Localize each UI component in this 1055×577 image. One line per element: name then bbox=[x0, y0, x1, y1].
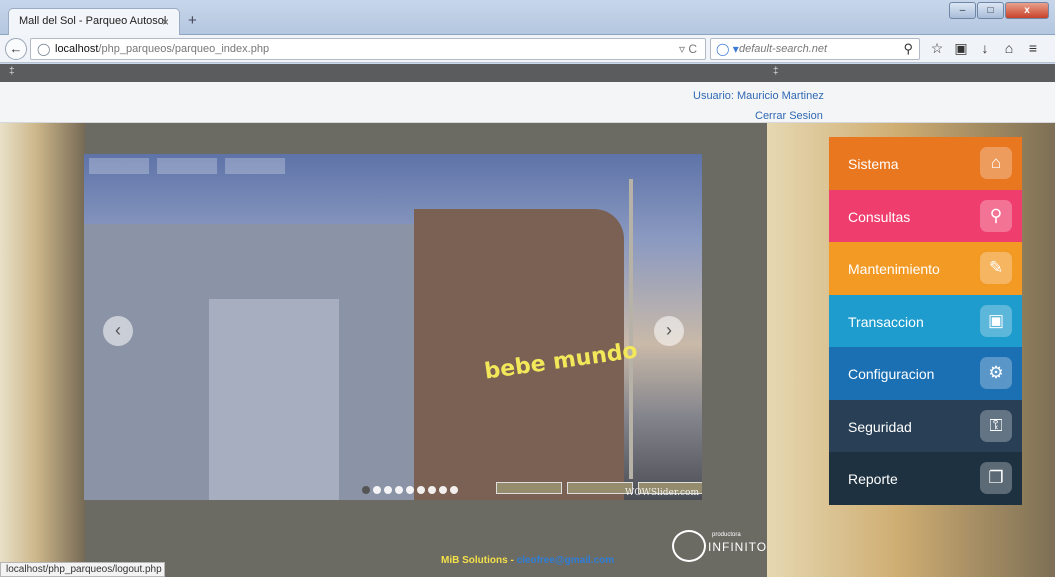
image-slider: bebe mundo ‹ › WOWSlider.com bbox=[84, 154, 702, 500]
window-titlebar: Mall del Sol - Parqueo Autosol × + – □ x bbox=[0, 0, 1055, 35]
close-window-button[interactable]: x bbox=[1005, 2, 1049, 19]
menu-item-label: Reporte bbox=[848, 471, 898, 487]
slider-bullet[interactable] bbox=[362, 486, 370, 494]
menu-item-label: Configuracion bbox=[848, 366, 935, 382]
copy-icon: ❐ bbox=[980, 462, 1012, 494]
infinity-icon bbox=[672, 530, 706, 562]
footer-company: MiB Solutions bbox=[441, 555, 508, 566]
shopping-bag-icon: ▣ bbox=[980, 304, 1012, 337]
slide-building-panel bbox=[209, 299, 339, 500]
tab-close-icon[interactable]: × bbox=[162, 15, 169, 29]
home-icon: ⌂ bbox=[980, 147, 1012, 179]
home-icon[interactable]: ⌂ bbox=[998, 40, 1020, 57]
window-controls: – □ x bbox=[948, 2, 1049, 19]
background-image-left bbox=[0, 123, 90, 577]
search-placeholder: default-search.net bbox=[739, 43, 828, 55]
user-bar: Usuario: Mauricio Martinez Cerrar Sesion bbox=[0, 82, 1055, 123]
maximize-button[interactable]: □ bbox=[977, 2, 1004, 19]
slider-next-arrow-icon[interactable]: › bbox=[654, 316, 684, 346]
menu-item-mantenimiento[interactable]: Mantenimiento ✎ bbox=[829, 242, 1022, 295]
tab-title: Mall del Sol - Parqueo Autosol bbox=[19, 15, 167, 27]
new-tab-button[interactable]: + bbox=[188, 12, 197, 29]
url-host: localhost bbox=[55, 43, 99, 55]
search-icon: ⚲ bbox=[980, 199, 1012, 232]
infinito-logo: productora INFINITO bbox=[672, 526, 767, 566]
menu-item-label: Consultas bbox=[848, 208, 911, 225]
menu-item-seguridad[interactable]: Seguridad ⚿ bbox=[829, 399, 1022, 452]
status-bar: localhost/php_parqueos/logout.php bbox=[0, 562, 165, 577]
logout-link[interactable]: Cerrar Sesion bbox=[755, 110, 823, 122]
search-bar[interactable]: ◯ ▾ default-search.net ⚲ bbox=[710, 38, 920, 60]
strip-mark-right: ‡ bbox=[773, 66, 779, 77]
slider-bullet[interactable] bbox=[428, 486, 436, 494]
search-engine-icon[interactable]: ◯ ▾ bbox=[716, 42, 739, 56]
slider-bullet[interactable] bbox=[384, 486, 392, 494]
slider-bullet[interactable] bbox=[450, 486, 458, 494]
reading-list-icon[interactable]: ▣ bbox=[950, 40, 972, 57]
bookmark-star-icon[interactable]: ☆ bbox=[926, 40, 948, 57]
strip-mark-left: ‡ bbox=[9, 66, 15, 77]
browser-tab[interactable]: Mall del Sol - Parqueo Autosol × bbox=[8, 8, 180, 35]
minimize-button[interactable]: – bbox=[949, 2, 976, 19]
lock-icon: ⚿ bbox=[980, 409, 1012, 442]
slider-bullet[interactable] bbox=[395, 486, 403, 494]
gear-icon: ⚙ bbox=[980, 357, 1012, 389]
url-path: /php_parqueos/parqueo_index.php bbox=[98, 43, 270, 55]
pencil-icon: ✎ bbox=[980, 252, 1012, 284]
url-bar[interactable]: ◯ localhost/php_parqueos/parqueo_index.p… bbox=[30, 38, 706, 60]
slider-bullet[interactable] bbox=[373, 486, 381, 494]
slider-thumb[interactable] bbox=[89, 158, 149, 174]
slider-bullets bbox=[362, 486, 461, 494]
slider-prev-arrow-icon[interactable]: ‹ bbox=[103, 316, 133, 346]
back-button[interactable]: ← bbox=[5, 38, 27, 60]
filmstrip-thumb[interactable] bbox=[567, 482, 633, 494]
slider-bullet[interactable] bbox=[417, 486, 425, 494]
menu-item-label: Seguridad bbox=[848, 418, 912, 435]
menu-item-transaccion[interactable]: Transaccion ▣ bbox=[829, 294, 1022, 347]
footer-credits: MiB Solutions - cleofree@gmail.com bbox=[441, 555, 614, 566]
search-icon[interactable]: ⚲ bbox=[903, 41, 913, 57]
logo-text: INFINITO bbox=[708, 540, 768, 554]
user-label: Usuario: Mauricio Martinez bbox=[693, 90, 824, 102]
menu-item-consultas[interactable]: Consultas ⚲ bbox=[829, 189, 1022, 242]
slider-bullet[interactable] bbox=[439, 486, 447, 494]
slide-lamp-post bbox=[629, 179, 633, 479]
menu-icon[interactable]: ≡ bbox=[1022, 40, 1044, 57]
filmstrip-thumb[interactable] bbox=[496, 482, 562, 494]
download-icon[interactable]: ↓ bbox=[974, 40, 996, 57]
menu-item-label: Mantenimiento bbox=[848, 261, 940, 277]
top-strip: ‡ ‡ bbox=[0, 64, 1055, 82]
footer-email[interactable]: cleofree@gmail.com bbox=[517, 555, 615, 566]
page-content: ‡ ‡ Usuario: Mauricio Martinez Cerrar Se… bbox=[0, 64, 1055, 577]
footer-separator: - bbox=[507, 555, 517, 566]
globe-icon: ◯ bbox=[37, 42, 51, 56]
menu-item-sistema[interactable]: Sistema ⌂ bbox=[829, 137, 1022, 190]
menu-item-label: Transaccion bbox=[848, 313, 924, 330]
slider-thumbnails bbox=[89, 158, 293, 174]
browser-tools: ☆ ▣ ↓ ⌂ ≡ bbox=[926, 40, 1046, 57]
menu-item-reporte[interactable]: Reporte ❐ bbox=[829, 452, 1022, 505]
slider-thumb[interactable] bbox=[157, 158, 217, 174]
slider-watermark: WOWSlider.com bbox=[624, 488, 699, 498]
slider-thumb[interactable] bbox=[225, 158, 285, 174]
slider-bullet[interactable] bbox=[406, 486, 414, 494]
main-menu: Sistema ⌂ Consultas ⚲ Mantenimiento ✎ Transacc… bbox=[829, 137, 1022, 505]
reload-icon[interactable]: ▿ C bbox=[679, 42, 697, 56]
menu-item-label: Sistema bbox=[848, 156, 899, 172]
menu-item-configuracion[interactable]: Configuracion ⚙ bbox=[829, 347, 1022, 400]
logo-small-text: productora bbox=[712, 532, 741, 538]
navigation-toolbar: ← ◯ localhost/php_parqueos/parqueo_index… bbox=[0, 35, 1055, 63]
